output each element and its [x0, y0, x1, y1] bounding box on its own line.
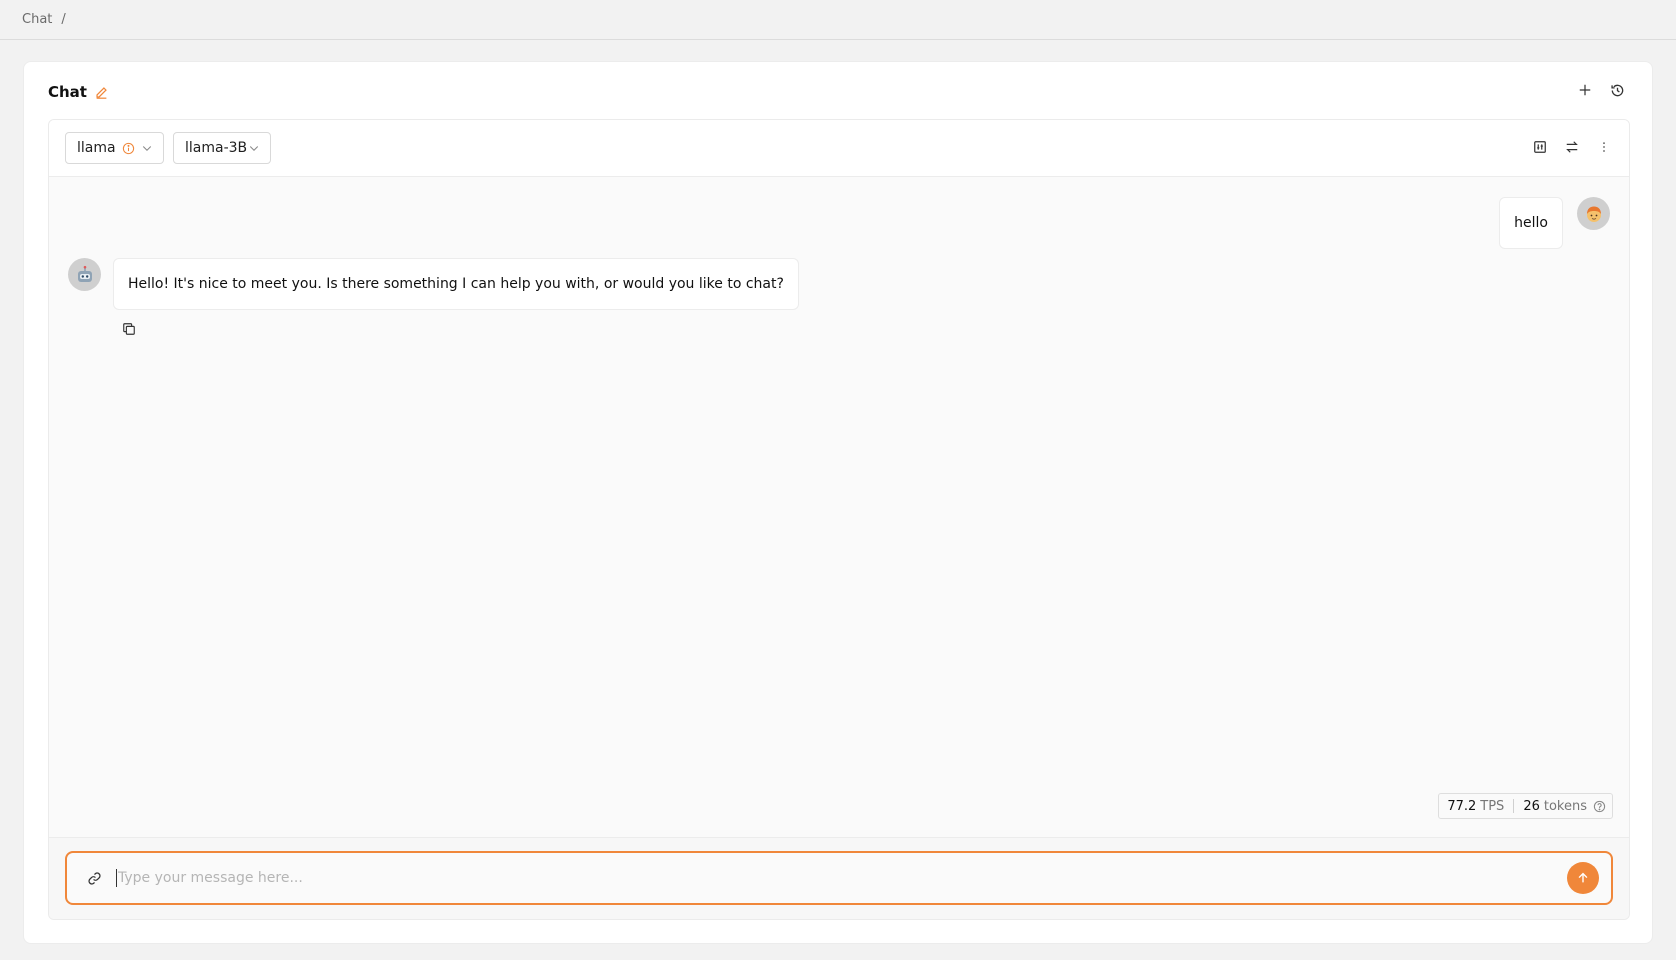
plus-icon[interactable] — [1574, 79, 1596, 101]
tps-value: 77.2 — [1447, 798, 1477, 814]
tps-unit: TPS — [1480, 798, 1505, 814]
message-list: hello Hello! It's nice to meet you. Is t… — [49, 177, 1629, 837]
chat-panel: llama llama-3B hello Hello! It's nice to… — [48, 119, 1630, 920]
message-input[interactable] — [116, 869, 1557, 887]
chevron-down-icon — [248, 142, 260, 154]
breadcrumb: Chat / — [0, 0, 1676, 40]
page-title-text: Chat — [48, 83, 87, 101]
breadcrumb-separator: / — [61, 12, 66, 27]
link-attach-icon[interactable] — [87, 871, 102, 886]
composer-area — [49, 837, 1629, 919]
swap-arrows-icon[interactable] — [1561, 136, 1583, 158]
breadcrumb-chat[interactable]: Chat — [22, 12, 52, 27]
layout-settings-icon[interactable] — [1529, 136, 1551, 158]
assistant-message-bubble: Hello! It's nice to meet you. Is there s… — [113, 258, 799, 310]
model-select[interactable]: llama-3B — [173, 132, 271, 164]
page-title: Chat — [48, 80, 108, 104]
history-icon[interactable] — [1606, 79, 1628, 101]
stats-divider — [1513, 799, 1515, 813]
generation-stats: 77.2 TPS 26 tokens — [1438, 793, 1613, 819]
user-message: hello — [1499, 197, 1610, 249]
user-message-bubble: hello — [1499, 197, 1563, 249]
model-toolbar: llama llama-3B — [49, 120, 1629, 177]
edit-pencil-icon[interactable] — [95, 86, 108, 99]
info-circle-icon[interactable] — [122, 142, 135, 155]
provider-select-value: llama — [77, 140, 116, 156]
chevron-down-icon — [141, 142, 153, 154]
robot-avatar-icon — [68, 258, 101, 291]
message-composer — [65, 851, 1613, 905]
send-button[interactable] — [1567, 862, 1599, 894]
more-vertical-icon[interactable] — [1593, 136, 1615, 158]
model-select-value: llama-3B — [185, 140, 248, 156]
copy-icon[interactable] — [118, 318, 140, 340]
user-avatar-icon — [1577, 197, 1610, 230]
chat-card: Chat llama llama-3B hello Hello! It's ni… — [23, 61, 1653, 944]
tokens-value: 26 — [1523, 798, 1540, 814]
assistant-message: Hello! It's nice to meet you. Is there s… — [68, 258, 799, 310]
tokens-unit: tokens — [1543, 798, 1587, 814]
provider-select[interactable]: llama — [65, 132, 164, 164]
help-circle-icon[interactable] — [1593, 800, 1606, 813]
